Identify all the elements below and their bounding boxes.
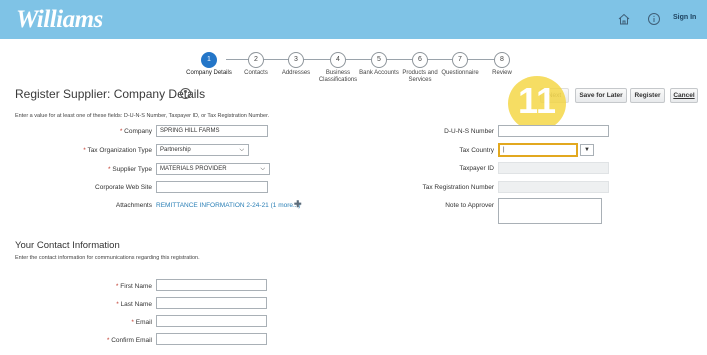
step-3-addresses[interactable]: 3 [288, 52, 304, 68]
step-8-label: Review [492, 70, 512, 76]
step-4-business-classifications[interactable]: 4 [330, 52, 346, 68]
note-to-approver-label: Note to Approver [445, 202, 494, 209]
tax-country-label: Tax Country [459, 147, 494, 154]
email-input[interactable] [156, 315, 267, 327]
confirm-email-label: * Confirm Email [106, 337, 152, 344]
step-1-company-details[interactable]: 1 [201, 52, 217, 68]
step-8-review[interactable]: 8 [494, 52, 510, 68]
email-label: * Email [131, 319, 152, 326]
step-2-contacts[interactable]: 2 [248, 52, 264, 68]
tax-registration-number-label: Tax Registration Number [422, 184, 494, 191]
williams-logo[interactable]: Williams [16, 6, 103, 34]
duns-number-input[interactable] [498, 125, 609, 137]
first-name-label: * First Name [115, 283, 152, 290]
step-callout-number: 11 [517, 80, 557, 121]
chevron-down-icon: ⌵ [260, 166, 265, 172]
company-input[interactable]: SPRING HILL FARMS [156, 125, 268, 137]
first-name-input[interactable] [156, 279, 267, 291]
confirm-email-input[interactable] [156, 333, 267, 345]
cancel-button[interactable]: Cancel [670, 88, 698, 103]
step-7-questionnaire[interactable]: 7 [452, 52, 468, 68]
sign-in-link[interactable]: Sign In [673, 14, 696, 21]
tax-country-input[interactable]: | [498, 143, 578, 157]
taxpayer-id-label: Taxpayer ID [459, 165, 494, 172]
help-icon[interactable]: ? [180, 88, 191, 99]
last-name-label: * Last Name [116, 301, 152, 308]
add-attachment-icon[interactable]: ✚ [294, 199, 302, 210]
page-title: Register Supplier: Company Details [15, 87, 206, 101]
info-icon[interactable] [647, 12, 661, 26]
supplier-type-label: * Supplier Type [108, 166, 152, 173]
tax-org-type-label: * Tax Organization Type [83, 147, 152, 154]
home-icon[interactable] [617, 12, 631, 26]
contact-section-subtitle: Enter the contact information for commun… [15, 255, 200, 261]
supplier-type-select[interactable]: MATERIALS PROVIDER ⌵ [156, 163, 270, 175]
attachments-link[interactable]: REMITTANCE INFORMATION 2-24-21 (1 more..… [156, 202, 301, 209]
taxpayer-id-input[interactable] [498, 162, 609, 174]
duns-number-label: D-U-N-S Number [444, 128, 494, 135]
company-label: * Company [119, 128, 152, 135]
corporate-web-site-input[interactable] [156, 181, 268, 193]
note-to-approver-textarea[interactable] [498, 198, 602, 224]
register-button[interactable]: Register [630, 88, 665, 103]
last-name-input[interactable] [156, 297, 267, 309]
chevron-down-icon: ⌵ [239, 147, 244, 153]
corporate-web-site-label: Corporate Web Site [95, 184, 152, 191]
step-5-bank-accounts[interactable]: 5 [371, 52, 387, 68]
instruction-text: Enter a value for at least one of these … [15, 113, 270, 119]
attachments-label: Attachments [115, 202, 152, 209]
tax-country-dropdown-button[interactable]: ▼ [580, 144, 594, 156]
contact-section-title: Your Contact Information [15, 240, 120, 251]
app-header: Williams Sign In [0, 0, 707, 39]
tax-registration-number-input[interactable] [498, 181, 609, 193]
tax-org-type-select[interactable]: Partnership ⌵ [156, 144, 249, 156]
save-for-later-button[interactable]: Save for Later [575, 88, 627, 103]
step-6-products-services[interactable]: 6 [412, 52, 428, 68]
